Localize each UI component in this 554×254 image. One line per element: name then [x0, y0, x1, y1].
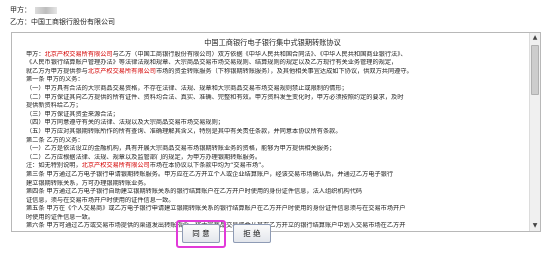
- agreement-line: 提供新资料给乙方；: [26, 102, 519, 111]
- reject-button[interactable]: 拒 绝: [233, 224, 271, 243]
- agreement-text: 市场的资金转账服务（下称银期转账服务），及其他相关事宜达成如下协议，供双方共同遵…: [155, 67, 413, 75]
- agreement-line: 时使用的证件信息一致。: [26, 214, 519, 223]
- agreement-line: 第一条 甲方的义务：: [26, 76, 519, 85]
- agreement-text: （二）乙方应根据法律、法规、规章以及监管部门的规定，为甲方办理银期转账服务。: [26, 153, 262, 161]
- agreement-line: 第三条 甲方通过乙方电子银行申请银期转账服务。甲方应在乙方开立个人或企业结算账户…: [26, 171, 519, 180]
- agreement-line: （一）乙方是依法设立的金融机构，具有开展大宗商品交易市场银期转账业务的资格，能够…: [26, 145, 519, 154]
- agreement-line: 注：如无特别说明，北京产权交易所有限公司市场在本协议以下条款中均为“交易市场”。: [26, 162, 519, 171]
- agreement-text: 注：如无特别说明，: [26, 162, 82, 170]
- agreement-line: （一）甲方具有合法的大宗商品交易资格，不存在法律、法规、规章和大宗商品交易市场交…: [26, 85, 519, 94]
- exchange-name-highlight: 北京产权交易所有限公司: [87, 67, 156, 75]
- agreement-text: 第三条 甲方通过乙方电子银行申请银期转账服务。甲方应在乙方开立个人或企业结算账户…: [26, 170, 394, 178]
- agreement-text: 第四条 甲方通过乙方电子银行自助建立银期转账关系的银行结算账户在乙方开户时使用的…: [26, 188, 363, 196]
- agreement-text: 甲方：: [26, 50, 45, 58]
- agreement-text: 提供新资料给乙方；: [26, 102, 82, 110]
- agreement-text: 证信息，须与在交易市场开户时使用的证件信息一致。: [26, 196, 175, 204]
- agreement-line: 《人民币银行结算账户管理办法》等法律法规和规章、大宗商品交易市场交易规则、结算规…: [26, 59, 519, 68]
- scrollbar-thumb[interactable]: [531, 45, 539, 95]
- agreement-title: 中国工商银行电子银行集中式银期转账协议: [204, 38, 341, 47]
- agreement-line: （二）甲方保证其向乙方提供的所有证件、资料均合法、真实、准确、完整和有效。甲方资…: [26, 94, 519, 103]
- party-a-row: 甲方：: [10, 5, 57, 15]
- agreement-text: （二）甲方保证其向乙方提供的所有证件、资料均合法、真实、准确、完整和有效。甲方资…: [26, 93, 404, 101]
- agreement-line: 第四条 甲方通过乙方电子银行自助建立银期转账关系的银行结算账户在乙方开户时使用的…: [26, 188, 519, 197]
- agreement-line: （三）甲方保证其资金来源合法；: [26, 111, 519, 120]
- agreement-text: （三）甲方保证其资金来源合法；: [26, 110, 119, 118]
- document-scrollbar[interactable]: ▲ ▼: [529, 33, 540, 231]
- agreement-text: 第二条 乙方的义务：: [26, 136, 84, 144]
- agreement-text: 建立银期转账关系，方可办理银期转账业务。: [26, 179, 150, 187]
- agreement-text: 《人民币银行结算账户管理办法》等法律法规和规章、大宗商品交易市场交易规则、结算规…: [26, 59, 398, 67]
- agreement-line: 建立银期转账关系，方可办理银期转账业务。: [26, 180, 519, 189]
- party-a-label: 甲方：: [10, 6, 31, 14]
- agreement-text: 第五条 甲方在《个人交易商》或乙方电子银行申请建立银期转账关系的银行结算账户在乙…: [26, 205, 406, 213]
- agreement-line: （四）甲方同意遵守有关的法律、法规以及大宗商品交易市场交易规则；: [26, 119, 519, 128]
- agreement-text: 市场在本协议以下条款中均为“交易市场”。: [149, 162, 268, 170]
- agreement-line: （二）乙方应根据法律、法规、规章以及监管部门的规定，为甲方办理银期转账服务。: [26, 154, 519, 163]
- scroll-up-arrow-icon[interactable]: ▲: [530, 33, 540, 43]
- agreement-text: 第一条 甲方的义务：: [26, 76, 84, 84]
- agreement-line: （五）甲方应对其银期转账所作的所有查询、准确理解其含义，特别是其中有关责任条款，…: [26, 128, 519, 137]
- agreement-line: 第五条 甲方在《个人交易商》或乙方电子银行申请建立银期转账关系的银行结算账户在乙…: [26, 205, 519, 214]
- agreement-text: （一）乙方是依法设立的金融机构，具有开展大宗商品交易市场银期转账业务的资格，能够…: [26, 145, 336, 153]
- agreement-document-frame: 中国工商银行电子银行集中式银期转账协议 甲方：北京产权交易所有限公司与乙方（中国…: [11, 32, 541, 232]
- agreement-text: （五）甲方应对其银期转账所作的所有查询、准确理解其含义，特别是其中有关责任条款，…: [26, 127, 342, 135]
- agreement-text: 与乙方（中国工商银行股份有限公司）双方依据《中华人民共和国合同法》、《中华人民共…: [112, 50, 407, 58]
- agreement-line: 甲方：北京产权交易所有限公司与乙方（中国工商银行股份有限公司）双方依据《中华人民…: [26, 51, 519, 60]
- agreement-document-content: 中国工商银行电子银行集中式银期转账协议 甲方：北京产权交易所有限公司与乙方（中国…: [12, 33, 529, 231]
- exchange-name-highlight: 北京产权交易所有限公司: [44, 50, 113, 58]
- exchange-name-highlight: 北京产权交易所有限公司: [81, 162, 150, 170]
- party-a-redacted-name: [35, 6, 57, 14]
- agreement-text: 时使用的证件信息一致。: [26, 213, 95, 221]
- agreement-body: 甲方：北京产权交易所有限公司与乙方（中国工商银行股份有限公司）双方依据《中华人民…: [26, 51, 519, 231]
- agreement-line: 证信息，须与在交易市场开户时使用的证件信息一致。: [26, 197, 519, 206]
- party-b-label: 乙方：中国工商银行股份有限公司: [10, 18, 115, 26]
- agreement-text: （一）甲方具有合法的大宗商品交易资格，不存在法律、法规、规章和大宗商品交易市场交…: [26, 84, 348, 92]
- agreement-text: （四）甲方同意遵守有关的法律、法规以及大宗商品交易市场交易规则；: [26, 119, 224, 127]
- scroll-down-arrow-icon[interactable]: ▼: [530, 221, 540, 231]
- agreement-line: 就乙方为甲方提供参与北京产权交易所有限公司市场的资金转账服务（下称银期转账服务）…: [26, 68, 519, 77]
- agree-button[interactable]: 同 意: [182, 224, 220, 243]
- agreement-text: 就乙方为甲方提供参与: [26, 67, 88, 75]
- agreement-line: 第六条 甲方可通过乙方或交易市场提供的渠道发出转账指令，将大宗商品交易资金从其在…: [26, 222, 519, 231]
- agreement-line: 第二条 乙方的义务：: [26, 137, 519, 146]
